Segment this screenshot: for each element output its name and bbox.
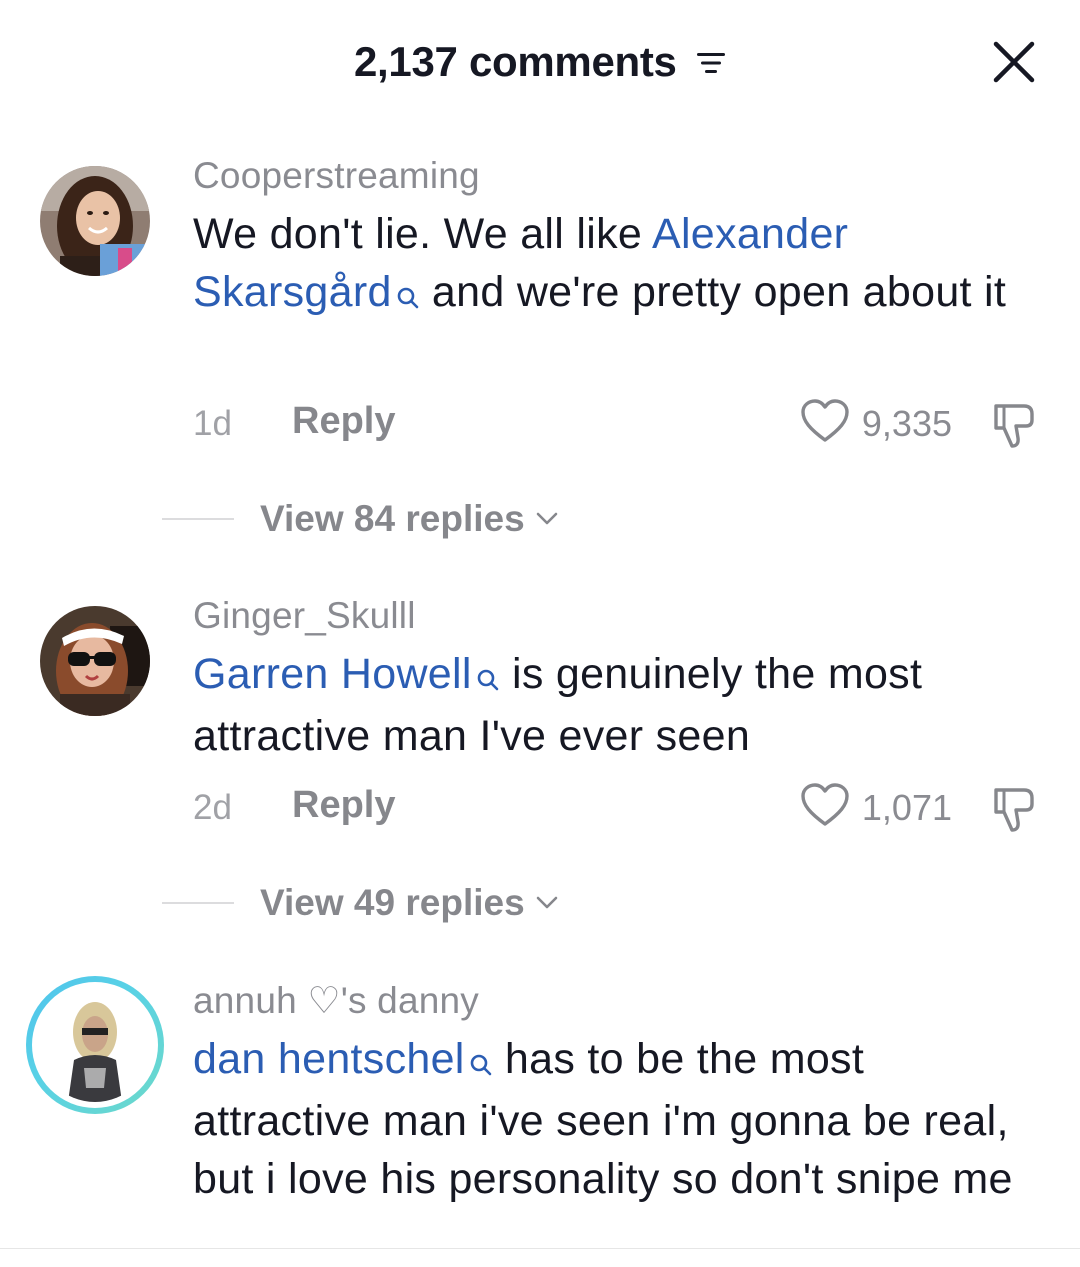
avatar-ring-inner: [32, 982, 158, 1108]
reply-button[interactable]: Reply: [292, 400, 395, 443]
chevron-down-icon: [535, 895, 559, 916]
dislike-icon[interactable]: [988, 400, 1040, 455]
sheet-bottom-edge: [0, 1248, 1080, 1267]
comment-text: dan hentschel has to be the most attract…: [193, 1030, 1023, 1208]
search-icon: [476, 649, 500, 707]
like-count: 1,071: [861, 786, 952, 828]
like-button[interactable]: 1,071: [800, 782, 952, 833]
heart-icon: [800, 782, 850, 833]
comment-text: Garren Howell is genuinely the most attr…: [193, 645, 1023, 765]
comment-username[interactable]: Cooperstreaming: [193, 155, 480, 197]
comment-timestamp: 2d: [193, 788, 232, 827]
like-button[interactable]: 9,335: [800, 398, 952, 449]
mention-name: dan hentschel: [193, 1035, 465, 1083]
divider: [162, 518, 234, 520]
comments-count-title: 2,137 comments: [353, 38, 677, 85]
comment-text: We don't lie. We all like Alexander Skar…: [193, 205, 1023, 325]
close-icon[interactable]: [990, 38, 1038, 86]
comment-text-before: We don't lie. We all like: [193, 210, 652, 258]
comment-username[interactable]: Ginger_Skulll: [193, 595, 416, 637]
comment-username[interactable]: annuh ♡'s danny: [193, 979, 479, 1022]
story-ring-avatar[interactable]: [26, 976, 164, 1114]
dislike-icon[interactable]: [988, 784, 1040, 839]
view-replies-label: View 49 replies: [260, 882, 525, 923]
comments-sheet: 2,137 comments Cooperstreaming We don't …: [0, 0, 1080, 1248]
reply-button[interactable]: Reply: [292, 784, 395, 827]
comments-header: 2,137 comments: [0, 38, 1080, 86]
comment-text-after: and we're pretty open about it: [419, 268, 1007, 316]
sort-filter-icon[interactable]: [696, 38, 726, 86]
view-replies-label: View 84 replies: [260, 498, 525, 539]
view-replies-button[interactable]: View 84 replies: [162, 498, 559, 540]
comment-timestamp: 1d: [193, 404, 232, 443]
avatar: [38, 988, 152, 1102]
mention-name: Garren Howell: [193, 650, 472, 698]
chevron-down-icon: [535, 511, 559, 532]
avatar[interactable]: [40, 606, 150, 716]
view-replies-button[interactable]: View 49 replies: [162, 882, 559, 924]
mention-link[interactable]: Garren Howell: [193, 650, 500, 698]
search-icon: [396, 267, 420, 325]
mention-link[interactable]: dan hentschel: [193, 1035, 493, 1083]
like-count: 9,335: [861, 402, 952, 444]
divider: [162, 902, 234, 904]
heart-icon: [800, 398, 850, 449]
avatar[interactable]: [40, 166, 150, 276]
search-icon: [469, 1034, 493, 1092]
